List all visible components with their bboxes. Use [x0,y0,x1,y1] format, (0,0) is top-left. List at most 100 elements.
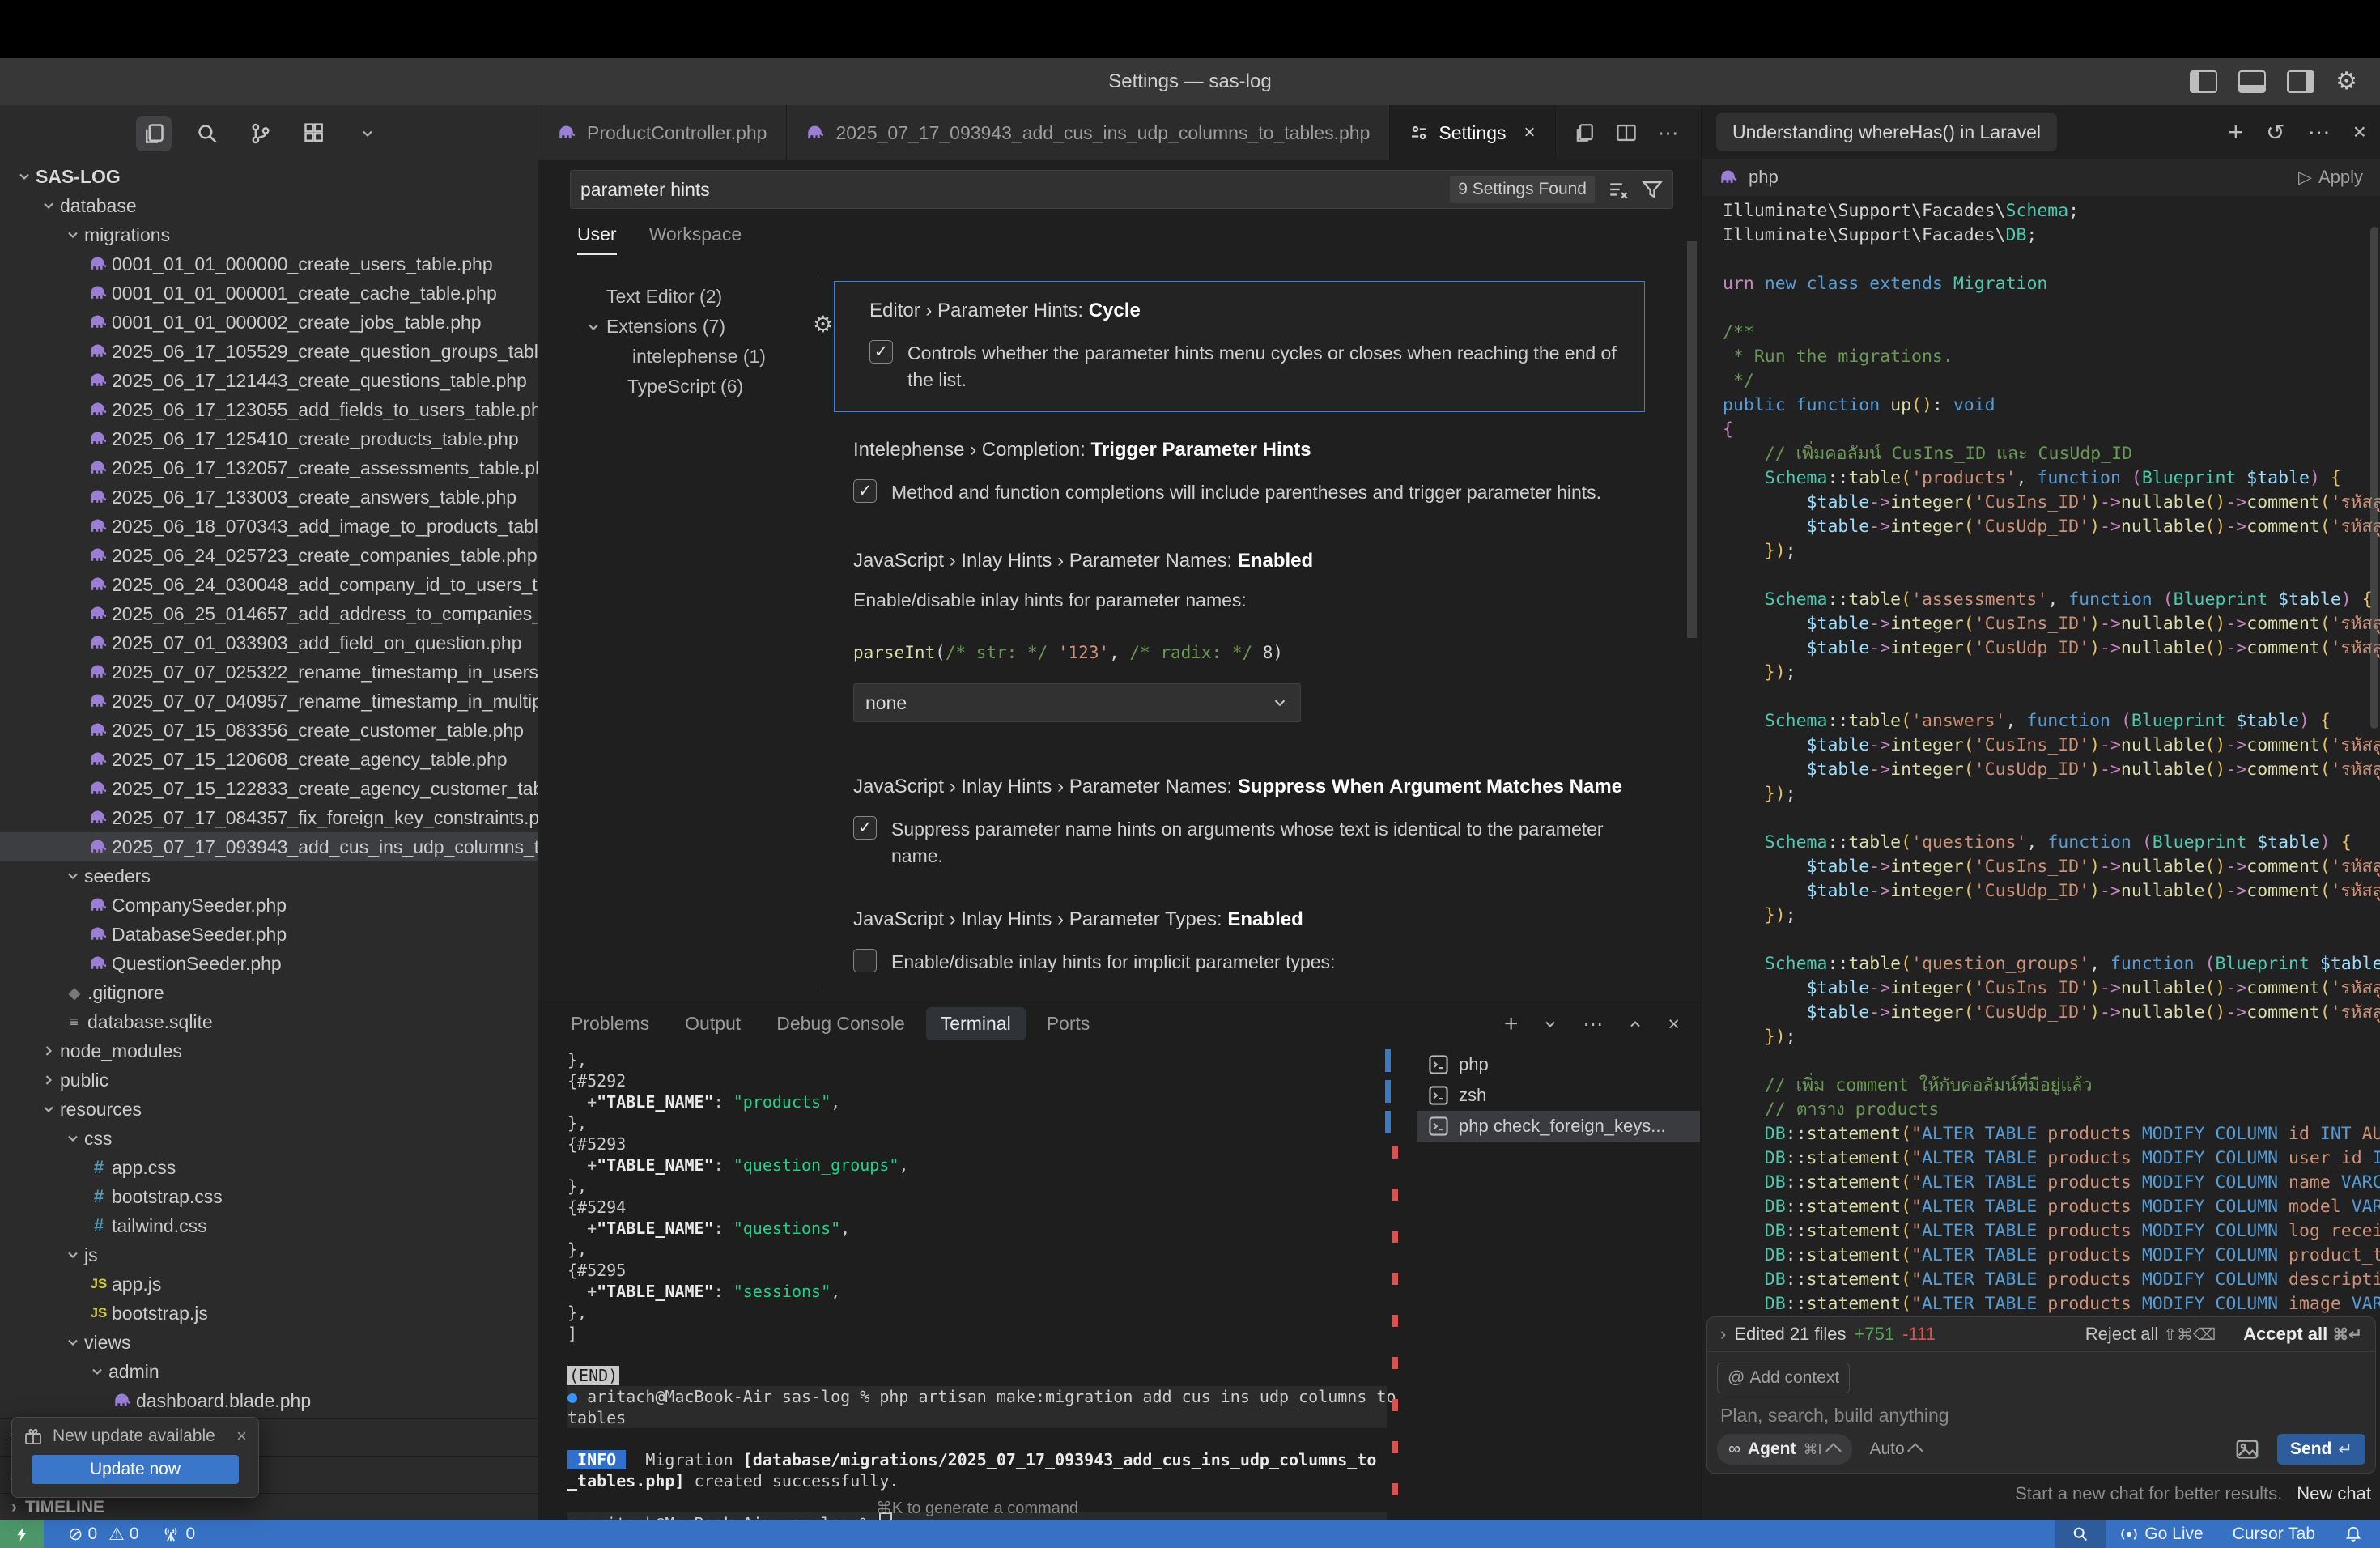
tree-item[interactable]: 2025_06_17_121443_create_questions_table… [0,366,538,395]
model-selector[interactable]: Auto [1870,1440,1923,1459]
close-tab-icon[interactable]: × [1524,121,1535,144]
tree-item[interactable]: JSbootstrap.js [0,1299,538,1328]
settings-scope-tab[interactable]: User [577,223,617,255]
add-context-chip[interactable]: @ Add context [1717,1363,1850,1393]
tree-item[interactable]: 2025_06_17_133003_create_answers_table.p… [0,483,538,512]
tree-item[interactable]: #app.css [0,1153,538,1182]
search-icon[interactable] [189,116,225,151]
editor-tab[interactable]: Settings× [1390,105,1555,160]
toggle-bottom-panel-icon[interactable] [2238,70,2266,93]
apply-button[interactable]: ▷Apply [2298,167,2363,188]
settings-toc-item[interactable]: Text Editor (2) [538,282,817,312]
chat-code-block[interactable]: Illuminate\Support\Facades\Schema;Illumi… [1702,196,2380,1320]
settings-scrollbar[interactable] [1687,241,1697,638]
tree-item[interactable]: 2025_06_18_070343_add_image_to_products_… [0,512,538,541]
maximize-panel-icon[interactable] [1627,1016,1643,1032]
chat-scrollbar[interactable] [2370,227,2378,729]
reject-all-button[interactable]: Reject all⇧⌘⌫ [2085,1324,2216,1345]
source-control-icon[interactable] [243,116,278,151]
setting-dropdown[interactable]: none [853,683,1301,722]
clear-filters-icon[interactable] [1608,179,1629,200]
panel-tab-problems[interactable]: Problems [571,1013,649,1035]
files-icon[interactable] [136,116,172,151]
extensions-icon[interactable] [296,116,332,151]
editor-tab[interactable]: 2025_07_17_093943_add_cus_ins_udp_column… [787,105,1390,160]
filter-icon[interactable] [1642,179,1663,200]
problems-status[interactable]: ⊘0 ⚠0 [57,1524,139,1545]
chevron-down-icon[interactable] [1542,1016,1558,1032]
panel-tab-output[interactable]: Output [685,1013,741,1035]
tree-item[interactable]: JSapp.js [0,1269,538,1299]
send-button[interactable]: Send ↵ [2277,1434,2365,1465]
close-chat-icon[interactable]: × [2353,119,2366,145]
settings-toc-item[interactable]: TypeScript (6) [538,372,817,402]
toggle-left-panel-icon[interactable] [2190,70,2217,93]
tree-item[interactable]: 2025_06_17_125410_create_products_table.… [0,424,538,453]
cursor-tab-toggle[interactable]: Cursor Tab [2218,1520,2330,1548]
agent-mode-selector[interactable]: ∞ Agent ⌘I [1717,1434,1852,1465]
tree-item[interactable]: QuestionSeeder.php [0,949,538,978]
settings-toc-item[interactable]: Extensions (7) [538,312,817,342]
new-chat-icon[interactable]: + [2228,117,2243,147]
close-icon[interactable]: × [236,1426,247,1447]
tree-item[interactable]: 2025_06_17_123055_add_fields_to_users_ta… [0,395,538,424]
history-icon[interactable]: ↺ [2266,119,2284,146]
terminal-session[interactable]: php check_foreign_keys... [1417,1111,1700,1142]
settings-scope-tab[interactable]: Workspace [649,223,742,255]
attach-image-icon[interactable] [2235,1437,2259,1461]
tree-item[interactable]: ≡database.sqlite [0,1007,538,1036]
tree-item[interactable]: CompanySeeder.php [0,891,538,920]
toggle-right-panel-icon[interactable] [2287,70,2314,93]
tree-item[interactable]: 2025_06_17_105529_create_question_groups… [0,337,538,366]
checkbox[interactable]: ✓ [869,340,893,364]
tree-item[interactable]: 2025_07_15_083356_create_customer_table.… [0,716,538,745]
checkbox[interactable]: ✓ [853,949,877,972]
tree-item[interactable]: SAS-LOG [0,162,538,191]
tree-item[interactable]: 2025_06_25_014657_add_address_to_compani… [0,599,538,628]
tree-item[interactable]: DatabaseSeeder.php [0,920,538,949]
tree-item[interactable]: seeders [0,861,538,891]
more-actions-icon[interactable]: ⋯ [1583,1012,1603,1036]
new-chat-link[interactable]: New chat [2297,1483,2371,1504]
settings-gear-icon[interactable]: ⚙ [2335,70,2357,94]
tree-item[interactable]: 2025_07_17_084357_fix_foreign_key_constr… [0,803,538,832]
chat-input-placeholder[interactable]: Plan, search, build anything [1720,1405,1949,1427]
checkbox[interactable]: ✓ [853,479,877,503]
tree-item[interactable]: public [0,1065,538,1095]
panel-tab-debug-console[interactable]: Debug Console [776,1013,905,1035]
tree-item[interactable]: resources [0,1095,538,1124]
update-now-button[interactable]: Update now [32,1455,239,1484]
tree-item[interactable]: 2025_06_17_132057_create_assessments_tab… [0,453,538,483]
settings-search-input[interactable]: parameter hints 9 Settings Found [570,170,1673,209]
tree-item[interactable]: 0001_01_01_000002_create_jobs_table.php [0,308,538,337]
remote-indicator[interactable] [0,1520,44,1548]
tree-item[interactable]: admin [0,1357,538,1386]
new-terminal-icon[interactable]: + [1504,1010,1519,1038]
editor-tab[interactable]: ProductController.php [538,105,787,160]
terminal-session[interactable]: php [1417,1049,1700,1080]
tree-item[interactable]: 2025_06_24_025723_create_companies_table… [0,541,538,570]
more-icon[interactable]: ⋯ [1658,121,1679,146]
tree-item[interactable]: 2025_07_01_033903_add_field_on_question.… [0,628,538,657]
tree-item[interactable]: css [0,1124,538,1153]
panel-tab-ports[interactable]: Ports [1047,1013,1090,1035]
settings-toc-item[interactable]: intelephense (1) [538,342,817,372]
chat-tab[interactable]: Understanding whereHas() in Laravel [1716,113,2057,151]
terminal-session[interactable]: zsh [1417,1080,1700,1111]
panel-tab-terminal[interactable]: Terminal [926,1007,1026,1040]
tree-item[interactable]: 2025_07_07_025322_rename_timestamp_in_us… [0,657,538,687]
tree-item[interactable]: dashboard.blade.php [0,1386,538,1415]
accept-all-button[interactable]: Accept all⌘↵ [2243,1324,2362,1345]
tree-item[interactable]: migrations [0,220,538,249]
checkbox[interactable]: ✓ [853,816,877,840]
tree-item[interactable]: 2025_07_15_122833_create_agency_customer… [0,774,538,803]
tree-item[interactable]: 2025_07_17_093943_add_cus_ins_udp_column… [0,832,538,861]
edited-files-bar[interactable]: › Edited 21 files +751 -111 Reject all⇧⌘… [1707,1317,2375,1352]
tree-item[interactable]: 2025_07_07_040957_rename_timestamp_in_mu… [0,687,538,716]
more-icon[interactable]: ⋯ [2308,119,2331,146]
tree-item[interactable]: views [0,1328,538,1357]
close-panel-icon[interactable]: × [1668,1013,1680,1036]
tree-item[interactable]: 2025_07_15_120608_create_agency_table.ph… [0,745,538,774]
notifications-bell-icon[interactable] [2330,1520,2380,1548]
go-live-button[interactable]: Go Live [2106,1520,2217,1548]
